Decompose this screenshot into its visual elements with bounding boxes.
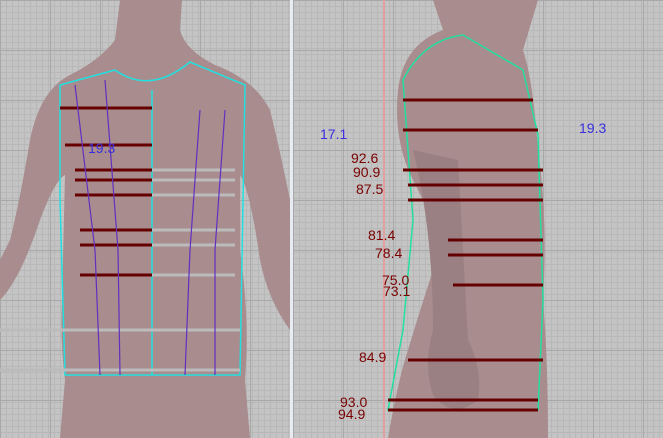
front-mannequin bbox=[0, 0, 290, 438]
front-viewport[interactable]: 19.3 bbox=[0, 0, 290, 438]
front-width-label: 19.3 bbox=[88, 140, 116, 156]
girth-label: 92.6 bbox=[351, 150, 379, 166]
side-front-width-label: 17.1 bbox=[320, 126, 348, 142]
girth-label: 94.9 bbox=[338, 406, 366, 422]
girth-label: 78.4 bbox=[375, 245, 403, 261]
girth-label: 87.5 bbox=[356, 181, 384, 197]
girth-label: 81.4 bbox=[368, 227, 396, 243]
girth-label: 84.9 bbox=[359, 349, 387, 365]
side-viewport[interactable]: 17.1 19.3 92.6 90.9 87.5 81.4 78.4 75.0 … bbox=[293, 0, 663, 438]
girth-label: 90.9 bbox=[353, 164, 381, 180]
side-back-width-label: 19.3 bbox=[579, 120, 607, 136]
side-mannequin bbox=[383, 0, 548, 438]
girth-label: 73.1 bbox=[383, 283, 411, 299]
